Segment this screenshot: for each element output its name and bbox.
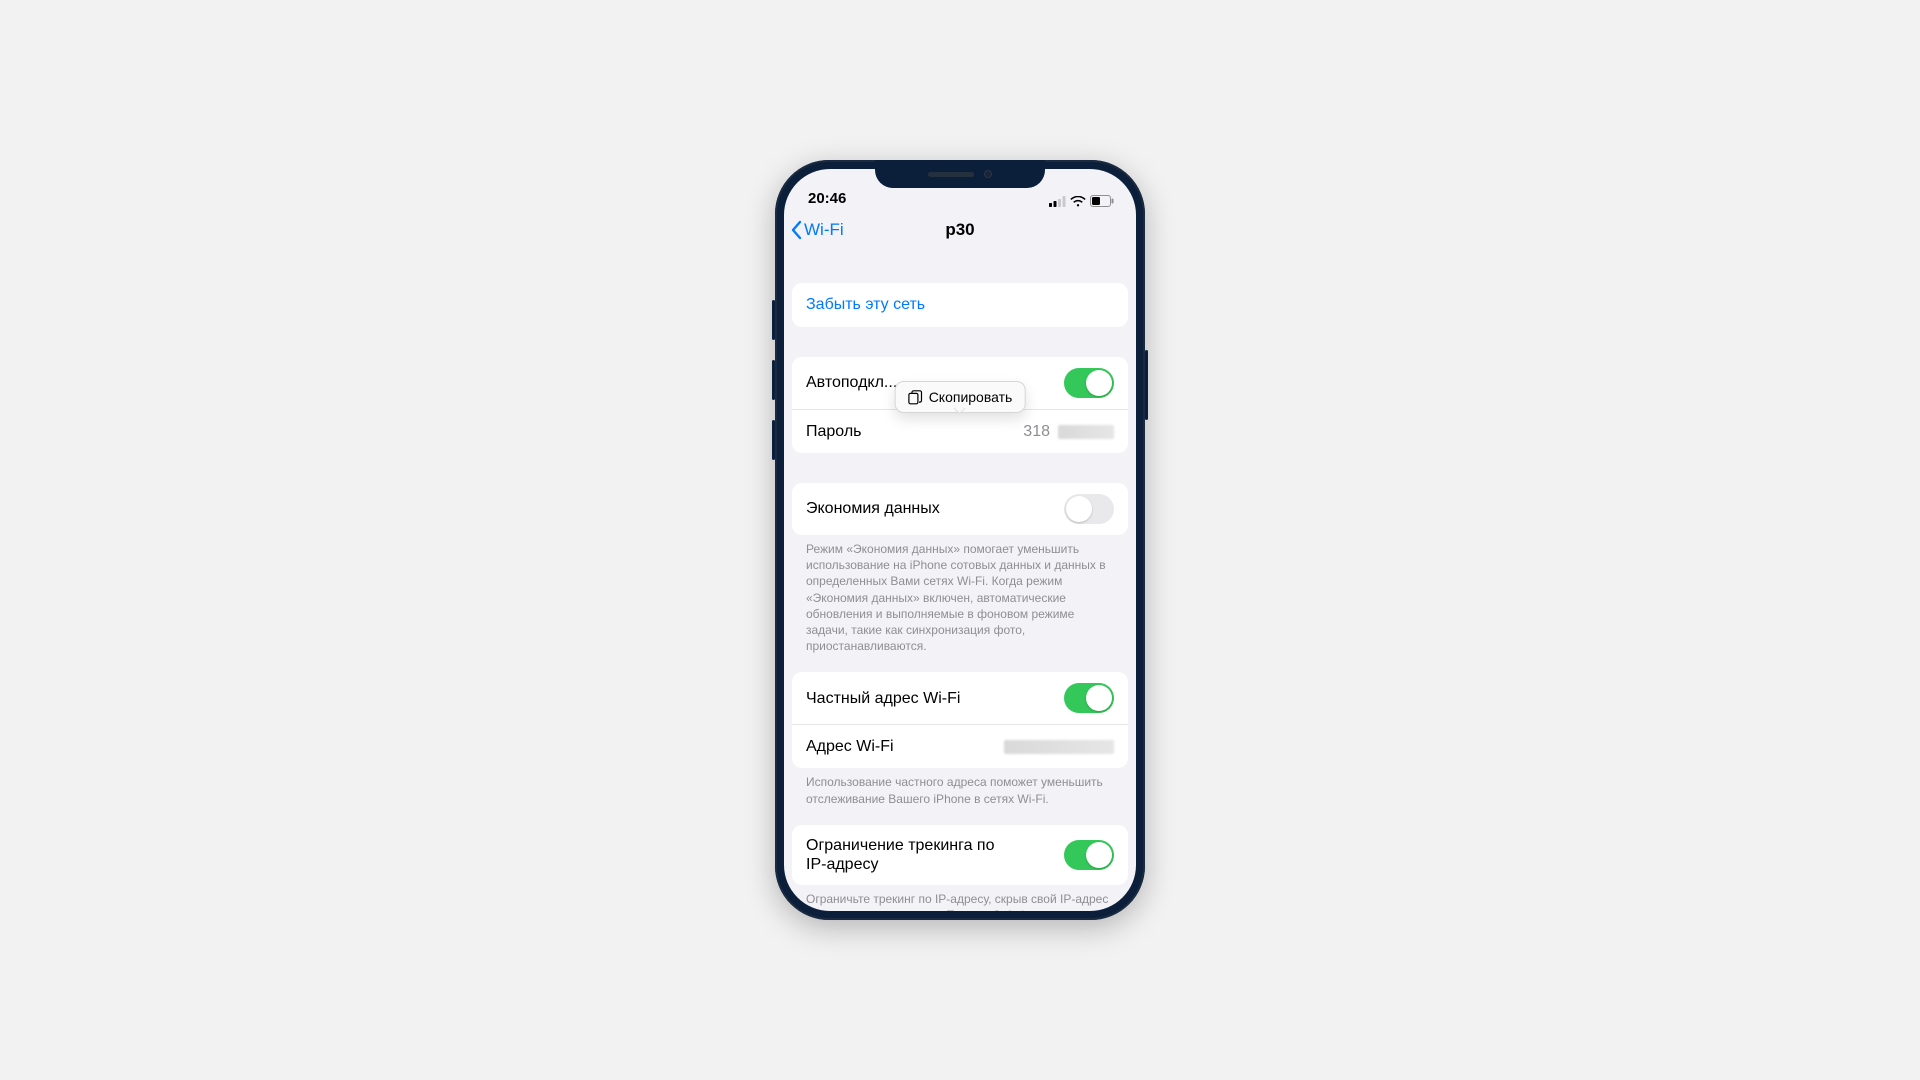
navbar: Wi-Fi p30	[784, 209, 1136, 251]
forget-network-label: Забыть эту сеть	[806, 296, 925, 314]
cellular-icon	[1049, 196, 1066, 207]
password-value: 318	[1023, 423, 1114, 441]
phone-screen: 20:46 Wi-Fi p30 Скопировать	[784, 169, 1136, 911]
private-label: Частный адрес Wi-Fi	[806, 689, 960, 708]
wifi-address-label: Адрес Wi-Fi	[806, 737, 894, 756]
phone-frame: 20:46 Wi-Fi p30 Скопировать	[775, 160, 1145, 920]
back-button[interactable]: Wi-Fi	[790, 220, 844, 240]
forget-section: Забыть эту сеть	[792, 283, 1128, 327]
private-row: Частный адрес Wi-Fi	[792, 672, 1128, 724]
autojoin-toggle[interactable]	[1064, 368, 1114, 398]
password-blur	[1058, 425, 1114, 439]
private-toggle[interactable]	[1064, 683, 1114, 713]
tracking-label: Ограничение трекинга по IP-адресу	[806, 836, 1006, 874]
copy-icon	[908, 390, 923, 405]
lowdata-row: Экономия данных	[792, 483, 1128, 535]
copy-label: Скопировать	[929, 389, 1013, 405]
wifi-address-value	[1000, 740, 1114, 754]
autojoin-label: Автоподкл...	[806, 373, 897, 392]
nav-title: p30	[945, 220, 974, 240]
tracking-toggle[interactable]	[1064, 840, 1114, 870]
chevron-left-icon	[790, 220, 802, 240]
lowdata-label: Экономия данных	[806, 499, 940, 518]
status-time: 20:46	[808, 190, 846, 207]
status-indicators	[1049, 195, 1114, 207]
tracking-section: Ограничение трекинга по IP-адресу	[792, 825, 1128, 885]
private-section: Частный адрес Wi-Fi Адрес Wi-Fi	[792, 672, 1128, 768]
lowdata-section: Экономия данных	[792, 483, 1128, 535]
wifi-icon	[1070, 196, 1086, 207]
battery-icon	[1090, 195, 1114, 207]
wifi-address-row[interactable]: Адрес Wi-Fi	[792, 724, 1128, 768]
tracking-footer: Ограничьте трекинг по IP-адресу, скрыв с…	[792, 885, 1128, 911]
forget-network-row[interactable]: Забыть эту сеть	[792, 283, 1128, 327]
lowdata-footer: Режим «Экономия данных» помогает уменьши…	[792, 535, 1128, 654]
back-label: Wi-Fi	[804, 220, 844, 240]
password-label: Пароль	[806, 422, 862, 441]
tracking-row: Ограничение трекинга по IP-адресу	[792, 825, 1128, 885]
settings-content: Забыть эту сеть Автоподкл... Пароль 318	[784, 251, 1136, 911]
phone-notch	[875, 160, 1045, 188]
lowdata-toggle[interactable]	[1064, 494, 1114, 524]
copy-tooltip[interactable]: Скопировать	[895, 381, 1026, 413]
private-footer: Использование частного адреса поможет ум…	[792, 768, 1128, 806]
